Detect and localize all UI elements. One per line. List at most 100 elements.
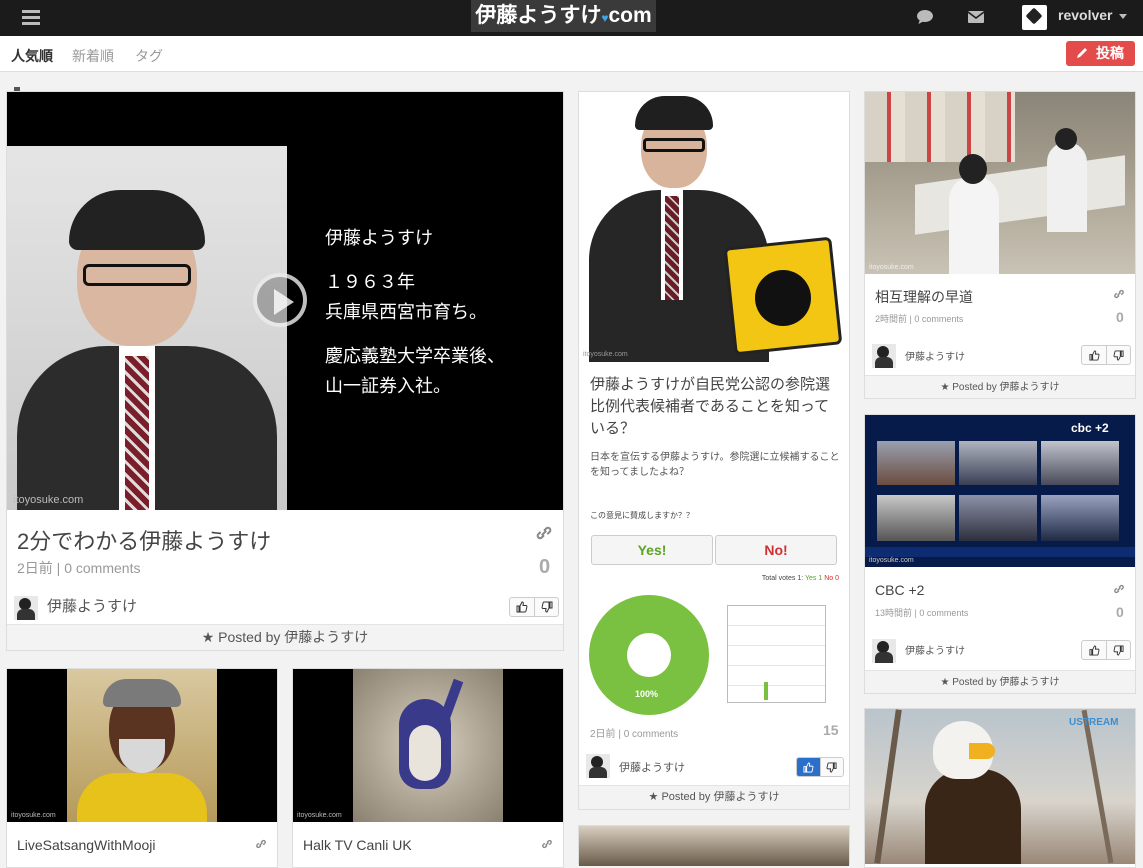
vote-count: 0 bbox=[539, 556, 551, 578]
post-time: 13時間前 bbox=[875, 608, 913, 618]
post-time: 2日前 bbox=[590, 729, 616, 740]
vote-count: 0 bbox=[1116, 604, 1124, 620]
author-name[interactable]: 伊藤ようすけ bbox=[905, 642, 965, 657]
poll-yes-button[interactable]: Yes! bbox=[591, 535, 713, 565]
watermark: itoyosuke.com bbox=[297, 812, 342, 819]
post-card[interactable]: itoyosuke.com Halk TV Canli UK bbox=[292, 668, 564, 868]
post-image[interactable]: itoyosuke.com bbox=[293, 669, 563, 822]
poll-bar-yes bbox=[764, 682, 768, 700]
vote-count: 0 bbox=[1116, 309, 1124, 325]
post-image[interactable]: itoyosuke.com bbox=[7, 669, 277, 822]
link-icon[interactable] bbox=[255, 838, 267, 850]
comments-link[interactable]: 0 comments bbox=[624, 729, 678, 740]
watermark: itoyosuke.com bbox=[11, 812, 56, 819]
posted-by-text: Posted by 伊藤ようすけ bbox=[952, 382, 1060, 393]
star-icon: ★ bbox=[940, 382, 950, 393]
watermark: itoyosuke.com bbox=[13, 494, 84, 506]
post-title[interactable]: 相互理解の早道 bbox=[875, 287, 973, 307]
vote-count: 15 bbox=[823, 722, 839, 738]
post-card[interactable] bbox=[578, 825, 850, 866]
vote-buttons bbox=[1081, 345, 1131, 365]
thumbs-down-icon[interactable] bbox=[534, 598, 558, 616]
poll-no-button[interactable]: No! bbox=[715, 535, 837, 565]
post-image[interactable]: cbc +2 itoyosuke.com bbox=[865, 415, 1135, 567]
post-card[interactable]: cbc +2 itoyosuke.com CBC +2 13時間前 | 0 co… bbox=[864, 414, 1136, 694]
watermark: itoyosuke.com bbox=[869, 557, 914, 564]
sort-tabs-bar: 人気順 新着順 タグ 投稿 bbox=[0, 36, 1143, 72]
logo-text: 伊藤ようすけ bbox=[475, 4, 602, 27]
author-avatar[interactable] bbox=[586, 754, 610, 778]
logo-tld: com bbox=[608, 4, 652, 27]
post-title[interactable]: CBC +2 bbox=[875, 582, 924, 598]
post-image[interactable]: USTREAM bbox=[865, 709, 1135, 864]
thumbs-up-icon[interactable] bbox=[1082, 346, 1106, 364]
poll-bar-chart bbox=[727, 605, 826, 703]
thumbs-up-icon[interactable] bbox=[510, 598, 534, 616]
vote-buttons bbox=[796, 757, 844, 777]
post-image[interactable] bbox=[579, 826, 849, 866]
tab-tags[interactable]: タグ bbox=[135, 46, 163, 66]
post-time: 2時間前 bbox=[875, 314, 908, 324]
username: revolver bbox=[1058, 7, 1113, 23]
watermark: itoyosuke.com bbox=[869, 264, 914, 271]
video-thumbnail[interactable]: 伊藤ようすけ １９６３年 兵庫県西宮市育ち。 慶応義塾大学卒業後、 山一証券入社… bbox=[7, 92, 563, 510]
tab-popular[interactable]: 人気順 bbox=[11, 46, 53, 66]
author-avatar[interactable] bbox=[872, 344, 896, 368]
top-navbar: 伊藤ようすけ♥com revolver bbox=[0, 0, 1143, 36]
poll-pie-chart: 100% bbox=[589, 595, 709, 715]
new-post-button[interactable]: 投稿 bbox=[1066, 41, 1135, 66]
posted-by-text: Posted by 伊藤ようすけ bbox=[218, 629, 369, 645]
author-name[interactable]: 伊藤ようすけ bbox=[905, 348, 965, 363]
post-card-video[interactable]: 伊藤ようすけ １９６３年 兵庫県西宮市育ち。 慶応義塾大学卒業後、 山一証券入社… bbox=[6, 91, 564, 651]
post-card[interactable]: USTREAM bbox=[864, 708, 1136, 868]
link-icon[interactable] bbox=[541, 838, 553, 850]
post-time: 2日前 bbox=[17, 560, 53, 576]
post-card[interactable]: itoyosuke.com 相互理解の早道 2時間前 | 0 comments … bbox=[864, 91, 1136, 399]
post-image[interactable]: itoyosuke.com bbox=[579, 92, 849, 362]
author-name[interactable]: 伊藤ようすけ bbox=[47, 595, 137, 616]
link-icon[interactable] bbox=[1113, 583, 1125, 595]
vote-buttons bbox=[1081, 640, 1131, 660]
comments-link[interactable]: 0 comments bbox=[919, 608, 968, 618]
post-title[interactable]: Halk TV Canli UK bbox=[303, 837, 412, 853]
thumbs-up-icon[interactable] bbox=[797, 758, 820, 776]
post-title[interactable]: LiveSatsangWithMooji bbox=[17, 837, 156, 853]
link-icon[interactable] bbox=[1113, 288, 1125, 300]
tab-newest[interactable]: 新着順 bbox=[72, 46, 114, 66]
post-card[interactable]: itoyosuke.com LiveSatsangWithMooji bbox=[6, 668, 278, 868]
posted-by-text: Posted by 伊藤ようすけ bbox=[661, 791, 780, 803]
posted-by-footer: ★ Posted by 伊藤ようすけ bbox=[865, 375, 1135, 398]
pencil-icon bbox=[1077, 48, 1087, 58]
thumbs-down-icon[interactable] bbox=[1106, 346, 1130, 364]
play-icon[interactable] bbox=[253, 273, 307, 327]
portrait-photo bbox=[7, 146, 287, 510]
post-card-poll[interactable]: itoyosuke.com 伊藤ようすけが自民党公認の参院選比例代表候補者である… bbox=[578, 91, 850, 810]
site-logo[interactable]: 伊藤ようすけ♥com bbox=[471, 0, 656, 32]
post-image[interactable]: itoyosuke.com bbox=[865, 92, 1135, 274]
author-name[interactable]: 伊藤ようすけ bbox=[619, 759, 685, 775]
thumbs-down-icon[interactable] bbox=[819, 758, 843, 776]
author-avatar[interactable] bbox=[14, 596, 38, 620]
thumbs-down-icon[interactable] bbox=[1106, 641, 1130, 659]
chat-bubble-icon[interactable] bbox=[916, 9, 934, 25]
poll-totals: Total votes 1: Yes 1 No 0 bbox=[761, 575, 839, 582]
mail-icon[interactable] bbox=[967, 9, 985, 25]
star-icon: ★ bbox=[648, 791, 659, 803]
link-icon[interactable] bbox=[535, 524, 553, 542]
watermark: itoyosuke.com bbox=[583, 351, 628, 358]
post-title[interactable]: 伊藤ようすけが自民党公認の参院選比例代表候補者であることを知っている？ bbox=[590, 374, 842, 440]
thumbs-up-icon[interactable] bbox=[1082, 641, 1106, 659]
watermark: USTREAM bbox=[1069, 717, 1119, 728]
post-title[interactable]: 2分でわかる伊藤ようすけ bbox=[17, 524, 271, 556]
post-description: 日本を宣伝する伊藤ようすけ。参院選に立候補することを知ってましたよね？ bbox=[590, 452, 840, 478]
posted-by-text: Posted by 伊藤ようすけ bbox=[952, 677, 1060, 688]
posted-by-footer: ★ Posted by 伊藤ようすけ bbox=[7, 624, 563, 650]
user-avatar bbox=[1022, 5, 1047, 30]
pie-percentage: 100% bbox=[635, 689, 659, 699]
new-post-label: 投稿 bbox=[1096, 45, 1124, 61]
author-avatar[interactable] bbox=[872, 639, 896, 663]
star-icon: ★ bbox=[201, 629, 215, 645]
comments-link[interactable]: 0 comments bbox=[64, 560, 140, 576]
hamburger-menu-icon[interactable] bbox=[22, 8, 40, 28]
comments-link[interactable]: 0 comments bbox=[914, 314, 963, 324]
